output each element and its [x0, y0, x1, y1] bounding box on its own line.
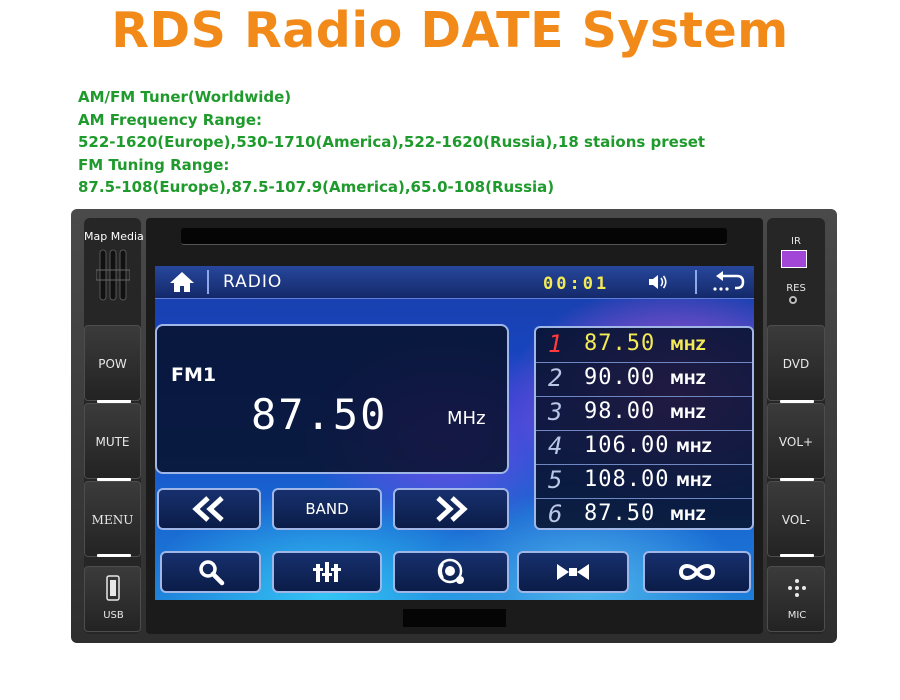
preset-frequency: 87.50 — [584, 331, 656, 356]
search-icon — [198, 560, 224, 586]
map-media-label: Map Media — [84, 230, 144, 243]
usb-icon — [106, 575, 120, 601]
seek-back-button[interactable] — [157, 488, 261, 530]
preset-item-5[interactable]: 5 108.00 MHZ — [536, 464, 752, 499]
stereo-icon — [557, 564, 589, 580]
preset-item-3[interactable]: 3 98.00 MHZ — [536, 396, 752, 431]
search-button[interactable] — [160, 551, 261, 593]
seek-forward-icon — [436, 496, 468, 522]
preset-item-4[interactable]: 4 106.00 MHZ — [536, 430, 752, 465]
topbar-divider — [207, 270, 209, 294]
loop-icon — [678, 564, 716, 580]
menu-label: MENU — [91, 513, 134, 527]
preset-frequency: 98.00 — [584, 399, 656, 424]
speaker-grill-icon — [96, 249, 130, 301]
preset-number: 6 — [548, 500, 563, 528]
vol-up-label: VOL+ — [778, 435, 814, 449]
vol-down-button[interactable]: VOL- — [767, 481, 825, 557]
mic-area: MIC — [767, 566, 825, 632]
preset-unit: MHZ — [676, 474, 712, 490]
preset-frequency: 106.00 — [584, 433, 670, 458]
rds-button[interactable] — [393, 551, 509, 593]
preset-unit: MHZ — [670, 406, 706, 422]
screen-topbar: RADIO 00:01 — [155, 266, 754, 299]
screen-title: RADIO — [223, 272, 283, 292]
pow-label: POW — [98, 357, 127, 371]
clock: 00:01 — [543, 274, 610, 294]
spec-list: AM/FM Tuner(Worldwide) AM Frequency Rang… — [78, 86, 705, 199]
topbar-divider — [695, 270, 697, 294]
button-divider — [780, 554, 814, 557]
preset-unit: MHZ — [670, 508, 706, 524]
preset-frequency: 87.50 — [584, 501, 656, 526]
band-name: FM1 — [171, 364, 217, 386]
loop-button[interactable] — [643, 551, 751, 593]
page-headline: RDS Radio DATE System — [111, 2, 789, 59]
sd-slot — [403, 609, 506, 627]
dvd-label: DVD — [782, 357, 810, 371]
mute-button[interactable]: MUTE — [84, 403, 141, 481]
frequency-value: 87.50 — [251, 390, 388, 439]
preset-frequency: 90.00 — [584, 365, 656, 390]
ir-label: IR — [791, 236, 801, 247]
volume-icon[interactable] — [647, 272, 669, 292]
button-divider — [97, 554, 131, 557]
res-label: RES — [786, 283, 806, 294]
frequency-unit: MHz — [447, 408, 486, 429]
spec-line: AM/FM Tuner(Worldwide) — [78, 88, 292, 106]
spec-line: 87.5-108(Europe),87.5-107.9(America),65.… — [78, 178, 555, 196]
preset-item-1[interactable]: 1 87.50 MHZ — [536, 328, 752, 363]
dvd-button[interactable]: DVD — [767, 325, 825, 403]
mic-icon — [788, 579, 806, 597]
spec-line: AM Frequency Range: — [78, 110, 263, 129]
disc-slot — [181, 228, 727, 245]
mute-label: MUTE — [95, 435, 130, 449]
pow-button[interactable]: POW — [84, 325, 141, 403]
frequency-panel: FM1 87.50 MHz — [155, 324, 509, 474]
reset-button[interactable] — [789, 296, 797, 304]
usb-port[interactable]: USB — [84, 566, 141, 632]
preset-number: 2 — [548, 364, 563, 392]
menu-button[interactable]: MENU — [84, 481, 141, 557]
equalizer-icon — [313, 562, 341, 582]
seek-forward-button[interactable] — [393, 488, 509, 530]
usb-label: USB — [103, 610, 124, 621]
vol-down-label: VOL- — [781, 513, 811, 527]
ir-sensor — [781, 250, 807, 268]
spec-line: 522-1620(Europe),530-1710(America),522-1… — [78, 133, 706, 151]
preset-unit: MHZ — [670, 372, 706, 388]
equalizer-button[interactable] — [272, 551, 382, 593]
rds-icon — [437, 558, 464, 584]
radio-screen: RADIO 00:01 FM1 87.50 MHz 1 87.50 MHZ 2 … — [155, 266, 754, 600]
preset-number: 3 — [548, 398, 563, 426]
band-button-label: BAND — [305, 500, 349, 518]
preset-item-6[interactable]: 6 87.50 MHZ — [536, 498, 752, 532]
back-icon[interactable] — [711, 270, 747, 294]
spec-line: FM Tuning Range: — [78, 155, 230, 174]
seek-back-icon — [192, 496, 224, 522]
preset-unit: MHZ — [676, 440, 712, 456]
preset-number: 4 — [548, 432, 563, 460]
home-icon[interactable] — [169, 270, 195, 294]
preset-item-2[interactable]: 2 90.00 MHZ — [536, 362, 752, 397]
mic-label: MIC — [787, 610, 807, 621]
preset-frequency: 108.00 — [584, 467, 670, 492]
preset-list: 1 87.50 MHZ 2 90.00 MHZ 3 98.00 MHZ 4 10… — [534, 326, 754, 530]
preset-number: 5 — [548, 466, 563, 494]
preset-unit: MHZ — [670, 338, 706, 354]
band-button[interactable]: BAND — [272, 488, 382, 530]
stereo-button[interactable] — [517, 551, 629, 593]
vol-up-button[interactable]: VOL+ — [767, 403, 825, 481]
preset-number: 1 — [548, 330, 563, 358]
